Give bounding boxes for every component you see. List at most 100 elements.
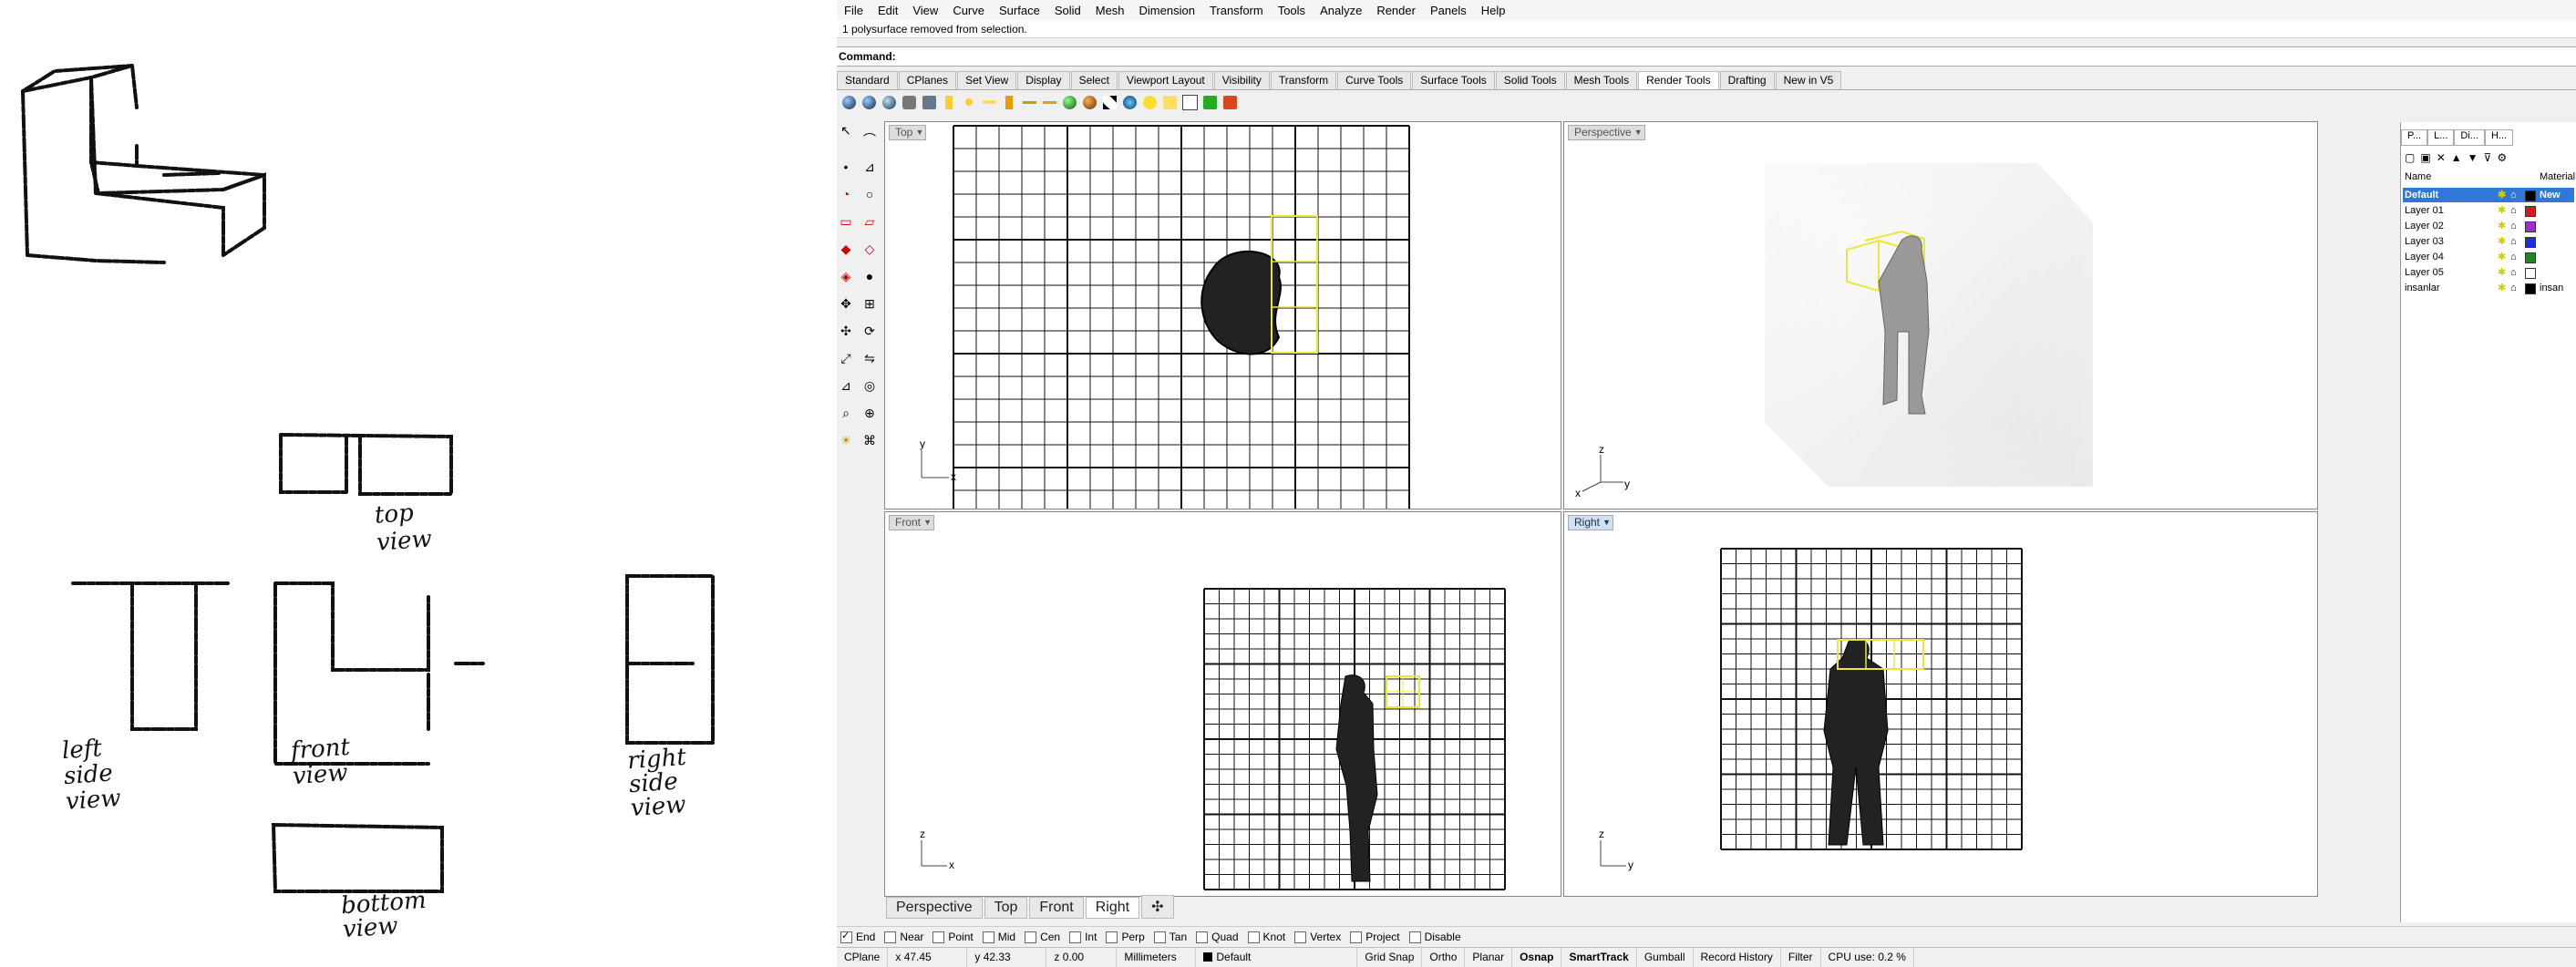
light-point-icon[interactable]	[960, 93, 978, 111]
layer-color-swatch[interactable]	[2525, 283, 2536, 294]
map-icon[interactable]	[1140, 93, 1159, 111]
command-input[interactable]	[899, 49, 2179, 64]
menu-tools[interactable]: Tools	[1271, 4, 1313, 17]
status-units[interactable]: Millimeters	[1117, 948, 1197, 967]
tab-select[interactable]: Select	[1070, 71, 1118, 89]
osnap-tool-icon[interactable]: ⊕	[860, 404, 879, 422]
checkbox[interactable]	[1408, 931, 1421, 943]
new-sublayer-icon[interactable]: ▣	[2420, 151, 2436, 164]
tab-new-in-v5[interactable]: New in V5	[1775, 71, 1842, 89]
tab-standard[interactable]: Standard	[837, 71, 898, 89]
lightbulb-icon[interactable]: ✱	[2498, 188, 2506, 202]
panel-tab-help[interactable]: H...	[2484, 129, 2514, 146]
menu-file[interactable]: File	[837, 4, 871, 17]
lightbulb-icon[interactable]: ✱	[2498, 265, 2506, 280]
checkbox[interactable]	[1294, 931, 1307, 943]
menu-edit[interactable]: Edit	[871, 4, 905, 17]
menu-curve[interactable]: Curve	[945, 4, 992, 17]
folder-icon[interactable]	[1160, 93, 1179, 111]
layer-row-layer-05[interactable]: Layer 05 ✱ ⌂	[2403, 265, 2574, 280]
light-spot-icon[interactable]	[940, 93, 958, 111]
array-tool-icon[interactable]: ⊞	[860, 294, 879, 313]
osnap-int[interactable]: Int	[1069, 931, 1097, 943]
light-tool-icon[interactable]: ☀	[837, 431, 855, 449]
tab-solid-tools[interactable]: Solid Tools	[1495, 71, 1565, 89]
lock-icon[interactable]: ⌂	[2510, 234, 2517, 249]
decal-icon[interactable]	[1120, 93, 1139, 111]
move-tool-icon[interactable]: ✣	[837, 322, 855, 340]
status-osnap[interactable]: Osnap	[1512, 948, 1562, 967]
osnap-vertex[interactable]: Vertex	[1294, 931, 1341, 943]
render-stop-icon[interactable]	[1221, 93, 1239, 111]
dimension-tool-icon[interactable]: ⊿	[837, 376, 855, 395]
add-viewport-icon[interactable]: ✣	[1141, 895, 1174, 919]
material-icon[interactable]	[1080, 93, 1098, 111]
osnap-cen[interactable]: Cen	[1025, 931, 1060, 943]
status-smarttrack[interactable]: SmartTrack	[1561, 948, 1637, 967]
menu-mesh[interactable]: Mesh	[1088, 4, 1132, 17]
tab-display[interactable]: Display	[1017, 71, 1070, 89]
panel-tab-display[interactable]: Di...	[2454, 129, 2485, 146]
tab-mesh-tools[interactable]: Mesh Tools	[1565, 71, 1638, 89]
osnap-point[interactable]: Point	[933, 931, 974, 943]
panel-tab-properties[interactable]: P...	[2401, 129, 2428, 146]
osnap-knot[interactable]: Knot	[1247, 931, 1285, 943]
viewport-front[interactable]: Front ▼ z x	[884, 511, 1561, 897]
layer-color-swatch[interactable]	[2525, 268, 2536, 279]
layer-row-layer-03[interactable]: Layer 03 ✱ ⌂	[2403, 234, 2574, 249]
polyline-tool-icon[interactable]: ⊿	[860, 158, 879, 176]
layer-color-swatch[interactable]	[2525, 252, 2536, 263]
select-arrow-icon[interactable]: ↖	[837, 121, 855, 139]
analyze-tool-icon[interactable]: ◎	[860, 376, 879, 395]
checkbox[interactable]	[1069, 931, 1082, 943]
checkbox[interactable]	[1196, 931, 1209, 943]
new-layer-icon[interactable]: ▢	[2405, 151, 2420, 164]
layer-row-layer-04[interactable]: Layer 04 ✱ ⌂	[2403, 250, 2574, 264]
light-rect-icon[interactable]	[1000, 93, 1018, 111]
layer-color-swatch[interactable]	[2525, 237, 2536, 248]
menu-dimension[interactable]: Dimension	[1132, 4, 1202, 17]
layer-color-swatch[interactable]	[2525, 221, 2536, 232]
lightbulb-icon[interactable]: ✱	[2498, 250, 2506, 264]
lock-icon[interactable]: ⌂	[2510, 250, 2517, 264]
osnap-disable[interactable]: Disable	[1408, 931, 1461, 943]
env-sphere-icon[interactable]	[1060, 93, 1078, 111]
render-play-icon[interactable]	[1200, 93, 1219, 111]
checkbox[interactable]	[1106, 931, 1118, 943]
extrude-tool-icon[interactable]: ▱	[860, 212, 879, 231]
status-grid-snap[interactable]: Grid Snap	[1357, 948, 1423, 967]
lock-icon[interactable]: ⌂	[2510, 219, 2517, 233]
zoom-tool-icon[interactable]: ⌕	[837, 404, 855, 422]
status-layer[interactable]: Default	[1196, 948, 1358, 967]
menu-analyze[interactable]: Analyze	[1313, 4, 1369, 17]
status-record-history[interactable]: Record History	[1694, 948, 1781, 967]
tab-cplanes[interactable]: CPlanes	[898, 71, 957, 89]
layer-row-default[interactable]: Default ✱ ⌂ New	[2403, 188, 2574, 202]
status-planar[interactable]: Planar	[1465, 948, 1513, 967]
viewport-right[interactable]: Right ▼ z y	[1563, 511, 2318, 897]
status-filter[interactable]: Filter	[1781, 948, 1821, 967]
checkbox[interactable]	[884, 931, 897, 943]
lock-icon[interactable]: ⌂	[2510, 281, 2517, 295]
panel-tab-layers[interactable]: L...	[2427, 129, 2455, 146]
checkbox[interactable]	[1247, 931, 1260, 943]
osnap-quad[interactable]: Quad	[1196, 931, 1239, 943]
menu-view[interactable]: View	[905, 4, 945, 17]
menu-solid[interactable]: Solid	[1047, 4, 1088, 17]
osnap-project[interactable]: Project	[1350, 931, 1400, 943]
viewport-top[interactable]: Top ▼ y x	[884, 121, 1561, 509]
delete-layer-icon[interactable]: ✕	[2437, 151, 2451, 164]
tab-viewport-layout[interactable]: Viewport Layout	[1118, 71, 1213, 89]
light-directional-icon[interactable]	[980, 93, 998, 111]
solid-tool-icon[interactable]: ◆	[837, 240, 855, 258]
menu-render[interactable]: Render	[1369, 4, 1423, 17]
osnap-perp[interactable]: Perp	[1106, 931, 1145, 943]
osnap-tan[interactable]: Tan	[1153, 931, 1187, 943]
osnap-end[interactable]: End	[840, 930, 875, 943]
tab-drafting[interactable]: Drafting	[1719, 71, 1775, 89]
viewport-perspective[interactable]: Perspective ▼ z x y	[1563, 121, 2318, 509]
rotate-tool-icon[interactable]: ⟳	[860, 322, 879, 340]
camera-tool-icon[interactable]: ⌘	[860, 431, 879, 449]
tab-curve-tools[interactable]: Curve Tools	[1337, 71, 1412, 89]
checkbox[interactable]	[1025, 931, 1037, 943]
